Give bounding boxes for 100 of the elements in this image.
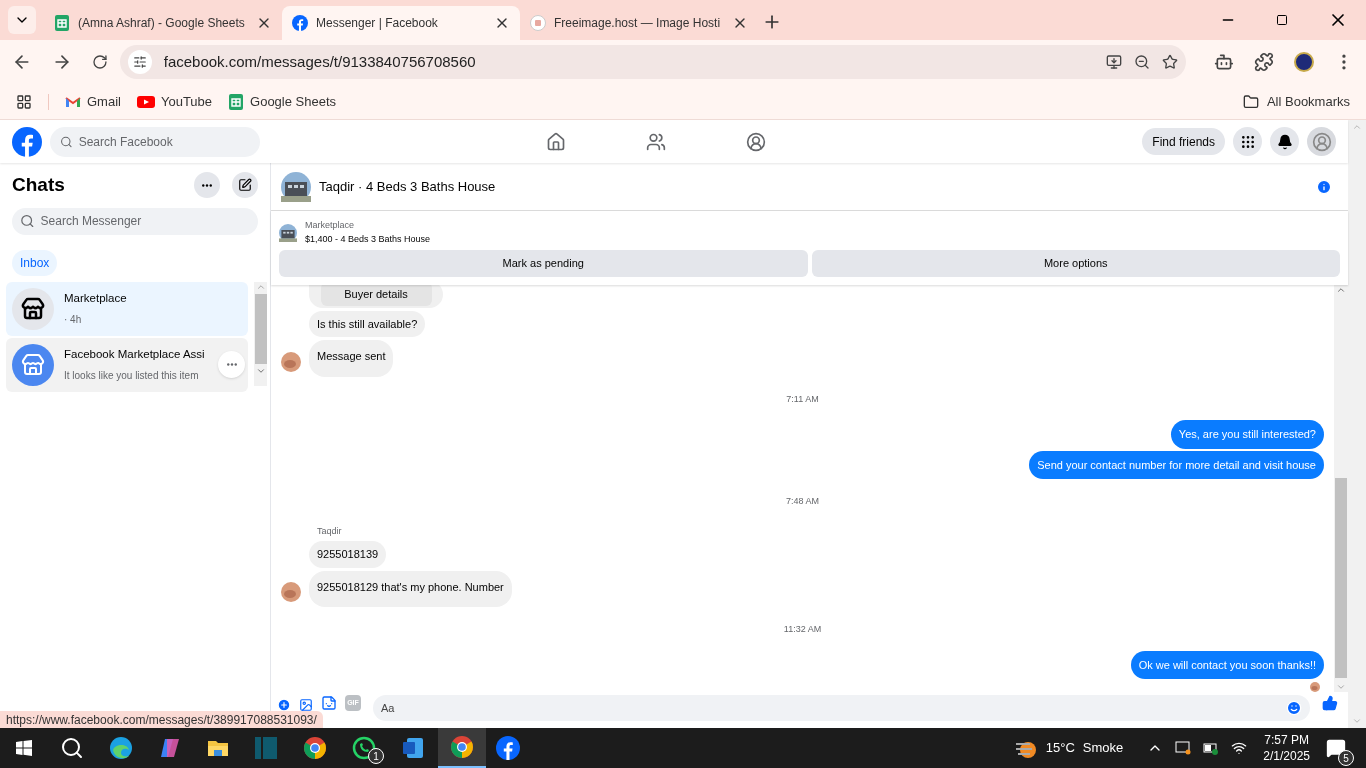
- facebook-logo-icon[interactable]: [496, 736, 520, 760]
- info-icon[interactable]: [1316, 178, 1332, 195]
- display-icon[interactable]: [1175, 740, 1192, 756]
- browser-tab[interactable]: (Amna Ashraf) - Google Sheets: [44, 6, 282, 40]
- search-icon: [60, 134, 73, 149]
- sticker-icon[interactable]: [321, 695, 337, 711]
- folder-icon: [1242, 93, 1259, 110]
- bookmark-link[interactable]: YouTube: [136, 91, 213, 112]
- search-field[interactable]: Search Facebook: [50, 126, 260, 157]
- find-friends-button[interactable]: Find friends: [1142, 128, 1225, 155]
- message-input: Aa: [381, 699, 1286, 717]
- chat-preview: It looks like you listed this item: [64, 368, 200, 383]
- browser-tab[interactable]: Messenger | Facebook: [282, 6, 520, 40]
- message-input-field[interactable]: Aa: [373, 695, 1310, 721]
- chat-name: Marketplace: [64, 291, 127, 307]
- timestamp: 7:11 AM: [786, 392, 819, 406]
- install-icon[interactable]: [1106, 54, 1123, 70]
- listing-title: $1,400 - 4 Beds 3 Baths House: [305, 232, 431, 246]
- chat-name: Facebook Marketplace Assi: [64, 347, 205, 363]
- plus-icon[interactable]: [277, 698, 291, 712]
- emoji-icon[interactable]: [1286, 700, 1302, 716]
- apps-icon[interactable]: [16, 93, 32, 110]
- gmail-icon: [65, 95, 81, 108]
- youtube-icon: [136, 95, 155, 108]
- copilot-icon[interactable]: [158, 736, 182, 760]
- outgoing-message: Send your contact number for more detail and visit house: [1029, 450, 1324, 479]
- buyer-details-button[interactable]: Buyer details: [320, 285, 432, 307]
- more-button[interactable]: [194, 172, 220, 199]
- outgoing-message: Ok we will contact you soon thanks!!: [1130, 650, 1324, 679]
- avatar-icon: [1310, 682, 1320, 692]
- scroll-up-icon: [1352, 122, 1362, 132]
- clock-date[interactable]: 2/1/2025: [1263, 748, 1310, 764]
- bell-icon: [1276, 133, 1293, 150]
- chat-list-item[interactable]: Facebook Marketplace Assi It looks like you listed this item: [6, 337, 248, 392]
- more-icon: [225, 362, 238, 366]
- grid-icon: [1239, 133, 1256, 150]
- menu-button[interactable]: [1233, 127, 1262, 156]
- browser-tab[interactable]: Freeimage.host — Image Hosti: [520, 6, 758, 40]
- store-icon: [21, 352, 45, 377]
- filter-chip[interactable]: Inbox: [12, 249, 58, 276]
- incoming-message: 9255018139: [309, 541, 387, 568]
- link-status-url: https://www.facebook.com/messages/t/389917088531093/: [0, 711, 323, 728]
- bookmark-link[interactable]: Gmail: [65, 91, 121, 112]
- tab-search-button[interactable]: [8, 6, 36, 34]
- robot-icon[interactable]: [1214, 52, 1235, 72]
- incoming-message: Is this still available?: [309, 310, 426, 337]
- chrome-icon[interactable]: [303, 736, 327, 760]
- listing-label: Marketplace: [305, 219, 356, 232]
- whatsapp-icon[interactable]: [352, 736, 376, 760]
- search-icon[interactable]: [60, 736, 84, 760]
- search-input: Search Facebook: [78, 132, 250, 151]
- battery-icon[interactable]: [1203, 740, 1220, 756]
- profile-icon[interactable]: [746, 131, 767, 152]
- scrollbar[interactable]: [254, 281, 267, 386]
- notifications-button[interactable]: [1270, 127, 1299, 156]
- reload-icon[interactable]: [91, 54, 108, 70]
- user-icon: [1311, 131, 1332, 152]
- bookmark-link[interactable]: Google Sheets: [228, 91, 337, 112]
- sheets-icon: [54, 15, 70, 31]
- chat-list-item[interactable]: Marketplace · 4h: [6, 281, 248, 336]
- taskbar-active-app[interactable]: [438, 728, 486, 768]
- word-icon[interactable]: [401, 736, 425, 760]
- new-message-button[interactable]: [232, 172, 258, 199]
- conversation-title: Taqdir · 4 Beds 3 Baths House: [319, 177, 497, 196]
- zoom-icon[interactable]: [1134, 54, 1151, 70]
- wifi-icon[interactable]: [1231, 740, 1248, 756]
- image-icon[interactable]: [299, 698, 313, 712]
- page-scrollbar[interactable]: [1348, 120, 1366, 728]
- search-icon: [20, 213, 35, 229]
- more-icon: [201, 183, 213, 187]
- sender-name: Taqdir: [317, 524, 342, 538]
- friends-icon[interactable]: [646, 131, 667, 152]
- timestamp: 11:32 AM: [783, 623, 822, 636]
- restore-icon[interactable]: [1276, 14, 1288, 26]
- site-settings-icon: [132, 55, 147, 69]
- address-bar[interactable]: facebook.com/messages/t/9133840756708560: [119, 45, 1187, 79]
- tab-title: Messenger | Facebook: [316, 15, 439, 32]
- messenger-search-field[interactable]: Search Messenger: [12, 207, 258, 235]
- bookmark-star-icon[interactable]: [1162, 54, 1179, 70]
- profile-avatar[interactable]: [1294, 52, 1315, 72]
- all-bookmarks-button[interactable]: All Bookmarks: [1242, 91, 1350, 112]
- site-info-button[interactable]: [127, 50, 152, 74]
- extensions-icon[interactable]: [1254, 52, 1275, 72]
- account-button[interactable]: [1307, 127, 1336, 156]
- listing-action-button[interactable]: More options: [811, 250, 1340, 277]
- scrollbar[interactable]: [1334, 285, 1348, 692]
- edge-icon[interactable]: [109, 736, 133, 760]
- clock-time[interactable]: 7:57 PM: [1264, 732, 1309, 748]
- windows-start-icon[interactable]: [16, 740, 32, 756]
- avatar-icon: [281, 582, 301, 602]
- notification-count: 5: [1338, 750, 1354, 766]
- house-thumbnail-icon: [279, 223, 297, 242]
- image-host-icon: [530, 15, 546, 31]
- store-icon: [21, 296, 45, 321]
- incoming-message: Message sent: [309, 340, 394, 377]
- listing-action-button[interactable]: Mark as pending: [279, 250, 808, 277]
- home-icon[interactable]: [546, 131, 567, 152]
- like-icon[interactable]: [1322, 695, 1338, 711]
- sheets-icon: [228, 93, 245, 110]
- chrome-icon: [450, 735, 474, 759]
